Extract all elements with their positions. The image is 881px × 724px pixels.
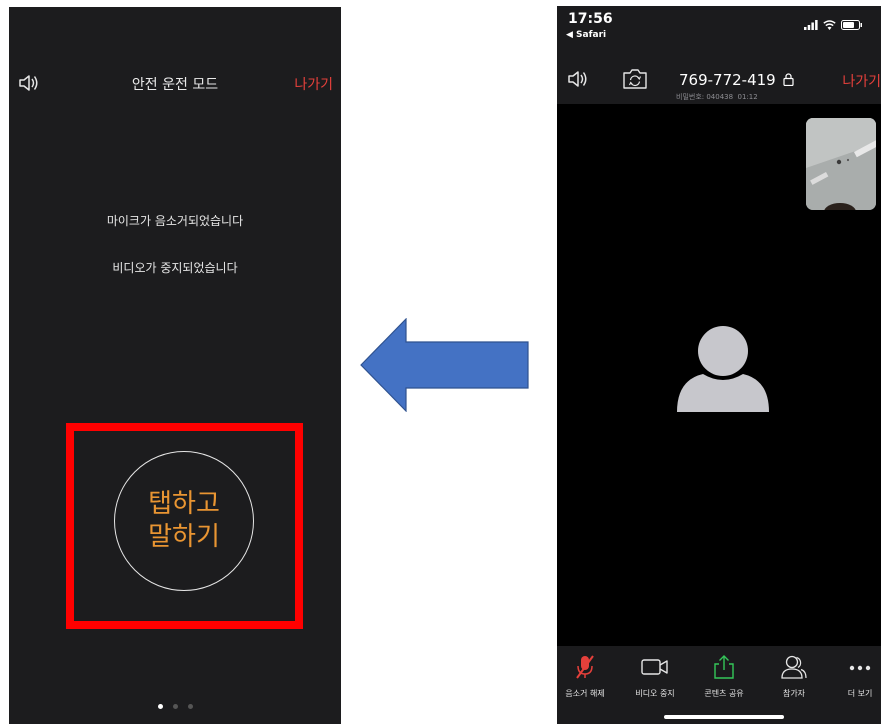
speaker-icon[interactable] [567,70,589,92]
meeting-toolbar: 음소거 해제 비디오 중지 콘텐츠 공유 참가자 더 보기 [557,646,881,724]
status-time: 17:56 [568,11,613,27]
safe-driving-screen: 안전 운전 모드 나가기 마이크가 음소거되었습니다 비디오가 중지되었습니다 … [9,7,341,724]
top-bar: 17:56 ◀ Safari 769-772-419 비밀번호: 040438 … [557,6,881,104]
share-icon [714,655,734,679]
participant-avatar-icon [673,324,773,420]
switch-camera-icon[interactable] [622,68,648,94]
mic-muted-status: 마이크가 음소거되었습니다 [106,214,244,228]
tap-to-speak-line1: 탭하고 [148,489,220,519]
self-video-thumbnail[interactable] [806,118,876,210]
page-dot [157,704,163,709]
lock-icon [782,73,794,87]
leave-meeting-button[interactable]: 나가기 [842,71,881,91]
page-dot [187,704,193,709]
muted-mic-icon [576,655,594,679]
unmute-button[interactable]: 음소거 해제 [554,654,616,699]
page-title: 안전 운전 모드 [131,77,219,93]
signal-icon [804,20,818,30]
participants-icon [781,655,807,679]
participants-button[interactable]: 참가자 [763,654,825,699]
exit-button[interactable]: 나가기 [294,74,333,94]
tap-to-speak-line2: 말하기 [148,522,220,552]
page-indicator[interactable] [9,704,341,709]
meeting-screen: 17:56 ◀ Safari 769-772-419 비밀번호: 040438 … [557,6,881,724]
video-camera-icon [641,659,668,675]
battery-icon [841,20,862,30]
system-status-icons [804,20,863,30]
meeting-password-and-time: 비밀번호: 040438 01:12 [676,93,758,101]
back-to-safari-link[interactable]: ◀ Safari [566,30,606,40]
header-bar: 안전 운전 모드 나가기 [9,70,341,100]
more-icon [849,665,871,671]
tap-to-speak-button[interactable]: 탭하고 말하기 [114,451,254,591]
meeting-id: 769-772-419 [679,71,794,89]
stop-video-button[interactable]: 비디오 중지 [624,654,686,699]
share-content-button[interactable]: 콘텐츠 공유 [693,654,755,699]
video-stopped-status: 비디오가 중지되었습니다 [112,261,238,275]
highlight-box: 탭하고 말하기 [66,423,303,629]
more-button[interactable]: 더 보기 [829,654,881,699]
home-indicator[interactable] [664,715,784,719]
wifi-icon [823,20,836,30]
left-arrow-icon [360,317,530,416]
page-dot [172,704,178,709]
